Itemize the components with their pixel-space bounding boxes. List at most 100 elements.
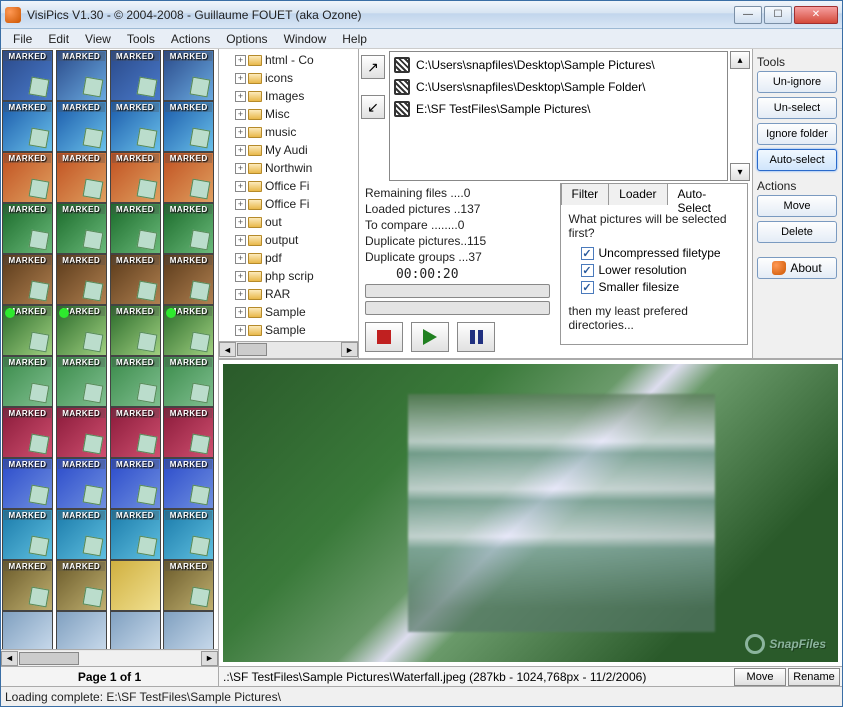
expander-icon[interactable]: + xyxy=(235,217,246,228)
menu-window[interactable]: Window xyxy=(276,30,335,48)
tree-item[interactable]: +Office Fi xyxy=(219,177,358,195)
tree-item[interactable]: +RAR xyxy=(219,285,358,303)
thumbnail[interactable]: MARKED xyxy=(2,509,53,560)
unignore-button[interactable]: Un-ignore xyxy=(757,71,837,93)
thumbnail[interactable]: MARKED xyxy=(56,305,107,356)
folder-tree-scroll[interactable]: +html - Co+icons+Images+Misc+music+My Au… xyxy=(219,49,358,341)
expander-icon[interactable]: + xyxy=(235,145,246,156)
thumbnail[interactable]: MARKED xyxy=(110,458,161,509)
pause-button[interactable] xyxy=(457,322,495,352)
thumbnail[interactable]: MARKED xyxy=(56,203,107,254)
about-button[interactable]: About xyxy=(757,257,837,279)
expander-icon[interactable]: + xyxy=(235,235,246,246)
thumbnail[interactable]: MARKED xyxy=(110,254,161,305)
thumbnail[interactable]: MARKED xyxy=(56,458,107,509)
tree-item[interactable]: +music xyxy=(219,123,358,141)
thumbnail[interactable]: MARKED xyxy=(163,203,214,254)
unselect-button[interactable]: Un-select xyxy=(757,97,837,119)
tab-autoselect[interactable]: Auto-Select xyxy=(667,183,748,205)
tree-item[interactable]: +My Audi xyxy=(219,141,358,159)
thumbnail[interactable]: MARKED xyxy=(2,50,53,101)
tree-item[interactable]: +Northwin xyxy=(219,159,358,177)
tree-item[interactable]: +out xyxy=(219,213,358,231)
thumbnail[interactable]: MARKED xyxy=(2,152,53,203)
thumbnail[interactable]: MARKED xyxy=(163,356,214,407)
thumbnail[interactable]: MARKED xyxy=(110,305,161,356)
preview-image[interactable]: SnapFiles xyxy=(223,364,838,662)
thumbnail[interactable]: MARKED xyxy=(56,509,107,560)
expander-icon[interactable]: + xyxy=(235,271,246,282)
thumbnail[interactable]: MARKED xyxy=(2,254,53,305)
tree-item[interactable]: +Sample xyxy=(219,303,358,321)
thumbnail[interactable]: MARKED xyxy=(56,101,107,152)
thumbnail[interactable]: MARKED xyxy=(2,407,53,458)
tree-item[interactable]: +icons xyxy=(219,69,358,87)
thumbnail[interactable] xyxy=(2,611,53,649)
thumbnail[interactable] xyxy=(110,560,161,611)
thumbnail[interactable]: MARKED xyxy=(2,203,53,254)
thumbnail[interactable] xyxy=(110,611,161,649)
thumbnail[interactable]: MARKED xyxy=(56,560,107,611)
menu-tools[interactable]: Tools xyxy=(119,30,163,48)
scroll-left-icon[interactable]: ◄ xyxy=(1,651,18,666)
expander-icon[interactable]: + xyxy=(235,199,246,210)
path-item[interactable]: E:\SF TestFiles\Sample Pictures\ xyxy=(392,98,725,120)
thumbnail[interactable]: MARKED xyxy=(110,356,161,407)
remove-path-button[interactable]: ↙ xyxy=(361,95,385,119)
thumbnail[interactable]: MARKED xyxy=(56,407,107,458)
expander-icon[interactable]: + xyxy=(235,181,246,192)
expander-icon[interactable]: + xyxy=(235,163,246,174)
menu-options[interactable]: Options xyxy=(218,30,275,48)
ignore-folder-button[interactable]: Ignore folder xyxy=(757,123,837,145)
scroll-right-icon[interactable]: ► xyxy=(201,651,218,666)
thumbnail[interactable]: MARKED xyxy=(110,50,161,101)
thumbnail[interactable]: MARKED xyxy=(2,560,53,611)
expander-icon[interactable]: + xyxy=(235,325,246,336)
expander-icon[interactable]: + xyxy=(235,127,246,138)
thumbnail[interactable]: MARKED xyxy=(163,407,214,458)
checkbox-uncompressed[interactable]: ✓Uncompressed filetype xyxy=(581,246,740,260)
minimize-button[interactable]: — xyxy=(734,6,762,24)
thumbnail[interactable]: MARKED xyxy=(163,509,214,560)
expander-icon[interactable]: + xyxy=(235,253,246,264)
thumbnail[interactable]: MARKED xyxy=(163,560,214,611)
thumbnail[interactable]: MARKED xyxy=(2,101,53,152)
thumbnail[interactable]: MARKED xyxy=(163,254,214,305)
tree-item[interactable]: +pdf xyxy=(219,249,358,267)
thumbnail[interactable]: MARKED xyxy=(56,152,107,203)
expander-icon[interactable]: + xyxy=(235,55,246,66)
thumbnail[interactable]: MARKED xyxy=(110,203,161,254)
delete-button[interactable]: Delete xyxy=(757,221,837,243)
thumbnail[interactable]: MARKED xyxy=(110,101,161,152)
thumbnail[interactable]: MARKED xyxy=(163,458,214,509)
menu-file[interactable]: File xyxy=(5,30,40,48)
thumbnail[interactable]: MARKED xyxy=(56,50,107,101)
thumbnail[interactable]: MARKED xyxy=(56,254,107,305)
preview-rename-button[interactable]: Rename xyxy=(788,668,840,686)
tree-item[interactable]: +Sample xyxy=(219,321,358,339)
tree-item[interactable]: +Images xyxy=(219,87,358,105)
thumbnail[interactable]: MARKED xyxy=(2,305,53,356)
path-move-up-button[interactable]: ▴ xyxy=(730,51,750,69)
thumbnail[interactable]: MARKED xyxy=(163,50,214,101)
expander-icon[interactable]: + xyxy=(235,109,246,120)
path-item[interactable]: C:\Users\snapfiles\Desktop\Sample Pictur… xyxy=(392,54,725,76)
menu-help[interactable]: Help xyxy=(334,30,375,48)
tree-hscrollbar[interactable]: ◄ ► xyxy=(219,341,358,358)
play-button[interactable] xyxy=(411,322,449,352)
thumbnail[interactable]: MARKED xyxy=(163,305,214,356)
thumbnail[interactable] xyxy=(163,611,214,649)
path-item[interactable]: C:\Users\snapfiles\Desktop\Sample Folder… xyxy=(392,76,725,98)
expander-icon[interactable]: + xyxy=(235,73,246,84)
thumbnail[interactable]: MARKED xyxy=(2,356,53,407)
menu-edit[interactable]: Edit xyxy=(40,30,77,48)
stop-button[interactable] xyxy=(365,322,403,352)
tree-item[interactable]: +php scrip xyxy=(219,267,358,285)
tab-loader[interactable]: Loader xyxy=(608,183,667,205)
thumbnail[interactable]: MARKED xyxy=(110,509,161,560)
path-move-down-button[interactable]: ▾ xyxy=(730,163,750,181)
thumbnails-scroll[interactable]: MARKEDMARKEDMARKEDMARKEDMARKEDMARKEDMARK… xyxy=(1,49,218,649)
thumbnail[interactable]: MARKED xyxy=(110,152,161,203)
autoselect-button[interactable]: Auto-select xyxy=(757,149,837,171)
expander-icon[interactable]: + xyxy=(235,307,246,318)
